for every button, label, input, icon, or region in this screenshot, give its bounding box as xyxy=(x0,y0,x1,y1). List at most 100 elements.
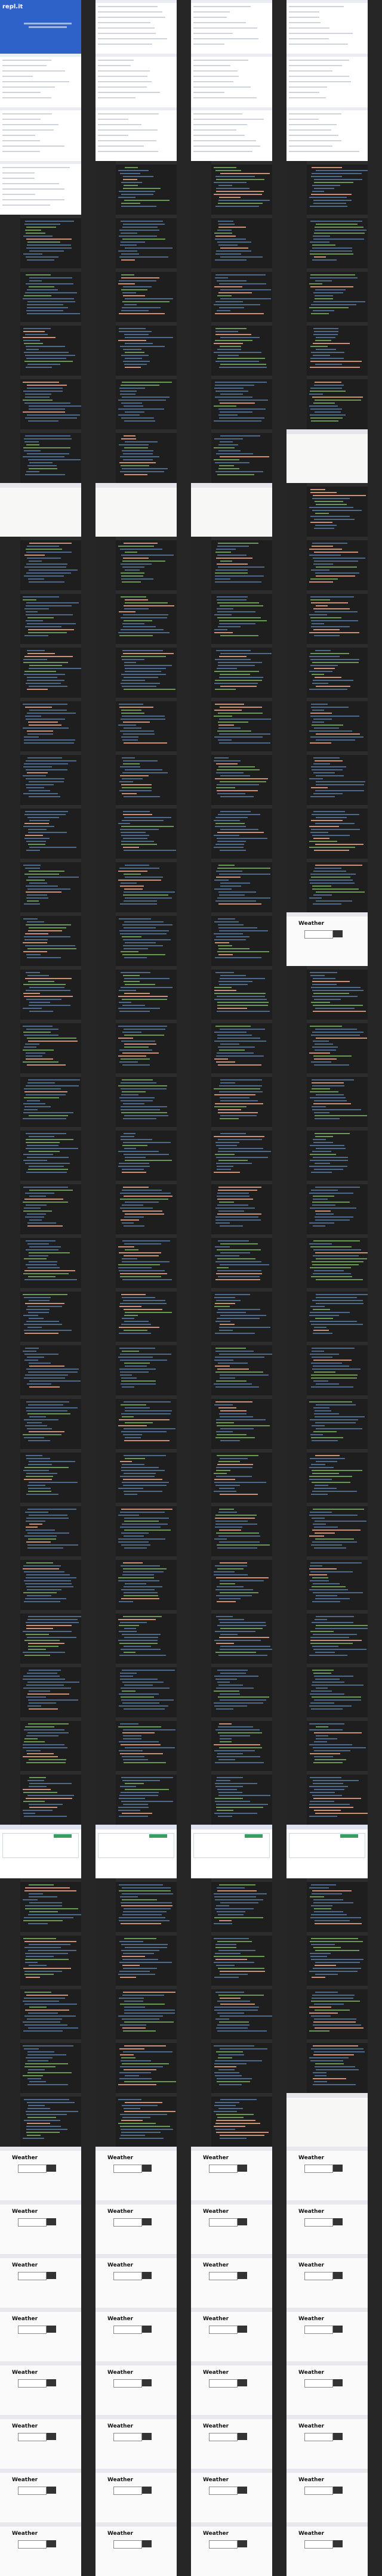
editor-tabs[interactable] xyxy=(20,912,81,916)
file-sidebar[interactable] xyxy=(191,1664,211,1717)
file-sidebar[interactable] xyxy=(286,1342,307,1395)
editor-tabs[interactable] xyxy=(211,644,272,648)
file-sidebar[interactable] xyxy=(191,376,211,429)
editor-tabs[interactable] xyxy=(116,805,177,809)
file-sidebar[interactable] xyxy=(0,376,20,429)
file-sidebar[interactable] xyxy=(286,1771,307,1825)
city-input[interactable] xyxy=(113,2326,142,2334)
file-sidebar[interactable] xyxy=(96,376,116,429)
file-sidebar[interactable] xyxy=(191,429,211,483)
submit-button[interactable] xyxy=(47,2165,56,2172)
file-sidebar[interactable] xyxy=(96,1664,116,1717)
file-sidebar[interactable] xyxy=(0,859,20,912)
editor-tabs[interactable] xyxy=(307,161,368,165)
editor-tabs[interactable] xyxy=(116,1020,177,1023)
file-sidebar[interactable] xyxy=(96,2039,116,2093)
run-button[interactable] xyxy=(245,1834,263,1838)
file-sidebar[interactable] xyxy=(0,1986,20,2039)
editor-tabs[interactable] xyxy=(116,1127,177,1131)
editor-tabs[interactable] xyxy=(211,1181,272,1184)
submit-button[interactable] xyxy=(238,2272,247,2279)
editor-tabs[interactable] xyxy=(116,2039,177,2043)
editor-tabs[interactable] xyxy=(116,1986,177,1989)
file-sidebar[interactable] xyxy=(96,751,116,805)
editor-tabs[interactable] xyxy=(307,1395,368,1399)
editor-tabs[interactable] xyxy=(307,1342,368,1345)
file-sidebar[interactable] xyxy=(96,912,116,966)
city-input[interactable] xyxy=(113,2487,142,2495)
file-sidebar[interactable] xyxy=(96,1986,116,2039)
city-input[interactable] xyxy=(209,2433,238,2441)
editor-tabs[interactable] xyxy=(211,1288,272,1292)
editor-tabs[interactable] xyxy=(211,1610,272,1614)
submit-button[interactable] xyxy=(47,2433,56,2440)
file-sidebar[interactable] xyxy=(0,1342,20,1395)
submit-button[interactable] xyxy=(238,2487,247,2494)
file-sidebar[interactable] xyxy=(191,751,211,805)
file-sidebar[interactable] xyxy=(0,2039,20,2093)
submit-button[interactable] xyxy=(238,2433,247,2440)
editor-tabs[interactable] xyxy=(116,698,177,701)
city-input[interactable] xyxy=(18,2165,47,2173)
submit-button[interactable] xyxy=(47,2540,56,2547)
editor-tabs[interactable] xyxy=(307,1986,368,1989)
editor-tabs[interactable] xyxy=(20,1234,81,1238)
editor-tabs[interactable] xyxy=(116,1771,177,1775)
editor-tabs[interactable] xyxy=(211,322,272,326)
editor-tabs[interactable] xyxy=(211,1395,272,1399)
file-sidebar[interactable] xyxy=(191,859,211,912)
editor-tabs[interactable] xyxy=(307,2039,368,2043)
file-sidebar[interactable] xyxy=(96,1181,116,1234)
editor-tabs[interactable] xyxy=(307,590,368,594)
editor-tabs[interactable] xyxy=(20,751,81,755)
editor-tabs[interactable] xyxy=(20,1717,81,1721)
editor-tabs[interactable] xyxy=(116,751,177,755)
editor-tabs[interactable] xyxy=(20,1556,81,1560)
city-input[interactable] xyxy=(304,2433,333,2441)
file-sidebar[interactable] xyxy=(0,1610,20,1664)
city-input[interactable] xyxy=(113,2165,142,2173)
editor-tabs[interactable] xyxy=(116,912,177,916)
editor-tabs[interactable] xyxy=(20,429,81,433)
submit-button[interactable] xyxy=(333,2433,343,2440)
file-sidebar[interactable] xyxy=(96,161,116,215)
file-sidebar[interactable] xyxy=(0,1288,20,1342)
submit-button[interactable] xyxy=(142,2540,152,2547)
submit-button[interactable] xyxy=(47,2218,56,2225)
city-input[interactable] xyxy=(18,2433,47,2441)
file-sidebar[interactable] xyxy=(0,1771,20,1825)
file-sidebar[interactable] xyxy=(96,1503,116,1556)
submit-button[interactable] xyxy=(333,2165,343,2172)
submit-button[interactable] xyxy=(238,2540,247,2547)
file-sidebar[interactable] xyxy=(0,1664,20,1717)
file-sidebar[interactable] xyxy=(191,1127,211,1181)
file-sidebar[interactable] xyxy=(0,1449,20,1503)
editor-tabs[interactable] xyxy=(307,215,368,218)
file-sidebar[interactable] xyxy=(286,644,307,698)
editor-tabs[interactable] xyxy=(20,2039,81,2043)
browser-nav[interactable] xyxy=(286,1825,368,1829)
editor-tabs[interactable] xyxy=(116,1932,177,1936)
file-sidebar[interactable] xyxy=(191,1986,211,2039)
city-input[interactable] xyxy=(18,2487,47,2495)
file-sidebar[interactable] xyxy=(191,2039,211,2093)
editor-tabs[interactable] xyxy=(307,1288,368,1292)
city-input[interactable] xyxy=(18,2540,47,2549)
editor-tabs[interactable] xyxy=(307,268,368,272)
city-input[interactable] xyxy=(209,2326,238,2334)
file-sidebar[interactable] xyxy=(96,322,116,376)
city-input[interactable] xyxy=(304,930,333,939)
submit-button[interactable] xyxy=(142,2487,152,2494)
editor-tabs[interactable] xyxy=(307,1181,368,1184)
editor-tabs[interactable] xyxy=(20,1127,81,1131)
editor-tabs[interactable] xyxy=(211,912,272,916)
file-sidebar[interactable] xyxy=(191,698,211,751)
file-sidebar[interactable] xyxy=(286,2039,307,2093)
editor-tabs[interactable] xyxy=(20,1932,81,1936)
submit-button[interactable] xyxy=(142,2326,152,2333)
editor-tabs[interactable] xyxy=(20,1878,81,1882)
submit-button[interactable] xyxy=(142,2272,152,2279)
city-input[interactable] xyxy=(209,2165,238,2173)
file-sidebar[interactable] xyxy=(191,966,211,1020)
file-sidebar[interactable] xyxy=(286,1878,307,1932)
